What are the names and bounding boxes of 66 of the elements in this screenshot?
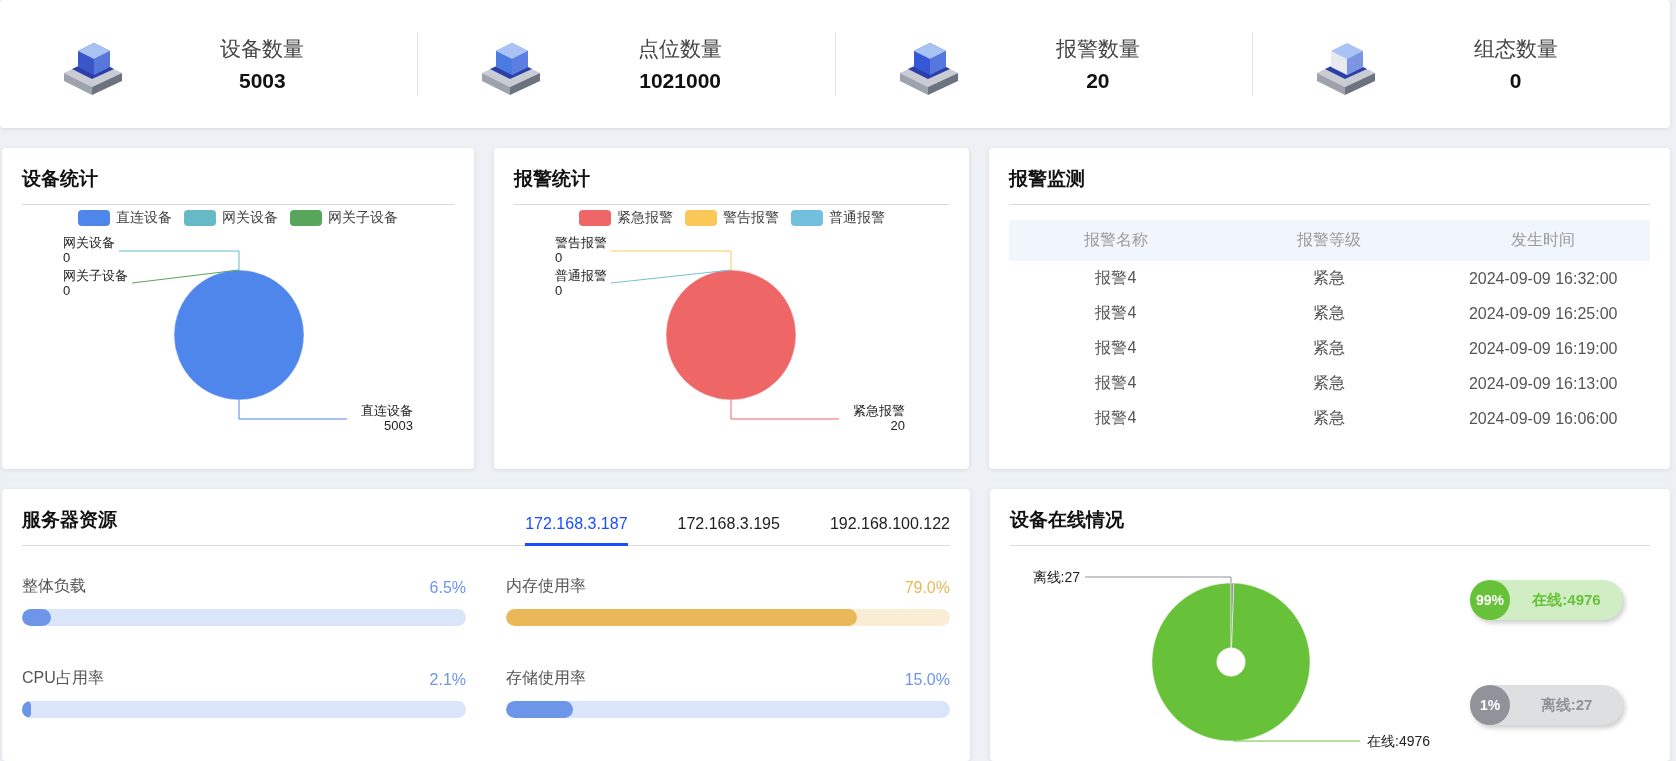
stat-label: 组态数量 bbox=[1473, 36, 1558, 62]
legend-label[interactable]: 网关子设备 bbox=[328, 209, 398, 227]
panel-title: 报警统计 bbox=[514, 167, 590, 191]
slice-value: 0 bbox=[63, 250, 71, 265]
legend-label[interactable]: 紧急报警 bbox=[616, 209, 673, 227]
table-cell-text: 2024-09-09 16:19:00 bbox=[1467, 339, 1619, 358]
server-tab[interactable]: 172.168.3.195 bbox=[677, 495, 780, 546]
table-cell-text: 报警4 bbox=[1094, 268, 1138, 288]
slice-value: 20 bbox=[890, 418, 905, 433]
table-cell-text: 紧急 bbox=[1312, 338, 1347, 358]
metric-reading: 2.1% bbox=[429, 671, 466, 689]
server-tab[interactable]: 172.168.3.187 bbox=[525, 495, 628, 546]
slice-value: 0 bbox=[63, 283, 71, 298]
stat-value: 0 bbox=[1509, 69, 1522, 93]
panel-title: 服务器资源 bbox=[22, 508, 117, 532]
table-cell-text: 2024-09-09 16:32:00 bbox=[1467, 269, 1619, 288]
slice-label: 紧急报警 bbox=[853, 403, 905, 418]
legend-label[interactable]: 普通报警 bbox=[828, 209, 885, 227]
legend-label[interactable]: 直连设备 bbox=[116, 209, 172, 227]
metric-label: CPU占用率 bbox=[22, 668, 104, 688]
metric-reading: 15.0% bbox=[904, 671, 950, 689]
metric-label: 整体负载 bbox=[22, 576, 86, 596]
metric-reading: 79.0% bbox=[904, 579, 950, 597]
table-cell-text: 紧急 bbox=[1312, 268, 1347, 288]
table-cell-text: 报警4 bbox=[1094, 373, 1138, 393]
table-cell-text: 紧急 bbox=[1312, 408, 1347, 428]
stat-value: 20 bbox=[1086, 69, 1110, 93]
panel-title: 设备统计 bbox=[22, 167, 98, 191]
table-cell-text: 报警4 bbox=[1094, 303, 1138, 323]
stat-label: 报警数量 bbox=[1055, 36, 1140, 62]
metric-reading: 6.5% bbox=[429, 579, 466, 597]
slice-label: 网关设备 bbox=[63, 235, 115, 250]
stat-label: 点位数量 bbox=[638, 36, 723, 62]
table-cell-text: 报警4 bbox=[1094, 338, 1138, 358]
column-header: 报警名称 bbox=[1082, 230, 1149, 250]
percent-badge: 1% bbox=[1470, 685, 1510, 725]
metric-label: 内存使用率 bbox=[506, 576, 586, 596]
table-cell-text: 2024-09-09 16:13:00 bbox=[1467, 374, 1619, 393]
column-header: 报警等级 bbox=[1296, 230, 1363, 250]
slice-value: 0 bbox=[555, 250, 563, 265]
legend-label[interactable]: 警告报警 bbox=[722, 209, 779, 227]
slice-label: 普通报警 bbox=[555, 268, 607, 283]
metric-label: 存储使用率 bbox=[506, 668, 586, 688]
stat-label: 设备数量 bbox=[220, 36, 305, 62]
slice-value: 5003 bbox=[384, 418, 413, 433]
slice-label: 离线:27 bbox=[1032, 569, 1080, 585]
pill-label: 在线:4976 bbox=[1531, 590, 1602, 610]
table-cell-text: 2024-09-09 16:25:00 bbox=[1467, 304, 1619, 323]
slice-value: 0 bbox=[555, 283, 563, 298]
table-cell-text: 2024-09-09 16:06:00 bbox=[1467, 409, 1619, 428]
stat-value: 5003 bbox=[239, 69, 286, 93]
slice-label: 直连设备 bbox=[361, 403, 413, 418]
slice-label: 网关子设备 bbox=[63, 268, 128, 283]
server-tab[interactable]: 192.168.100.122 bbox=[829, 495, 950, 546]
table-cell-text: 紧急 bbox=[1312, 303, 1347, 323]
stat-value: 1021000 bbox=[639, 69, 721, 93]
panel-title: 设备在线情况 bbox=[1010, 508, 1124, 532]
column-header: 发生时间 bbox=[1510, 230, 1577, 250]
percent-badge: 99% bbox=[1470, 580, 1510, 620]
slice-label: 警告报警 bbox=[555, 235, 607, 250]
table-cell-text: 报警4 bbox=[1094, 408, 1138, 428]
table-cell-text: 紧急 bbox=[1312, 373, 1347, 393]
slice-label: 在线:4976 bbox=[1367, 733, 1431, 749]
panel-title: 报警监测 bbox=[1009, 167, 1085, 191]
legend-label[interactable]: 网关设备 bbox=[222, 209, 278, 227]
pill-label: 离线:27 bbox=[1539, 695, 1594, 715]
